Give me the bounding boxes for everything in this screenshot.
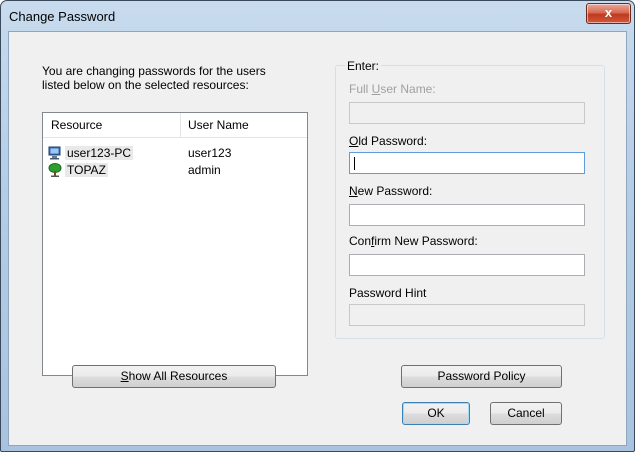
list-row[interactable]: user123-PC user123 xyxy=(43,146,307,162)
enter-group-title: Enter: xyxy=(345,59,382,73)
resource-name: TOPAZ xyxy=(65,163,108,177)
resources-list[interactable]: Resource User Name user123-PC user123 TO… xyxy=(42,112,308,376)
column-header-resource[interactable]: Resource xyxy=(51,118,102,132)
full-user-name-label: Full User Name: xyxy=(349,82,436,96)
resource-name: user123-PC xyxy=(65,146,134,160)
list-header: Resource User Name xyxy=(43,113,307,138)
window-title: Change Password xyxy=(9,9,116,24)
column-header-user-name[interactable]: User Name xyxy=(188,118,249,132)
cancel-button[interactable]: Cancel xyxy=(490,402,562,425)
full-user-name-field xyxy=(349,102,585,124)
new-password-field[interactable] xyxy=(349,204,585,226)
show-all-resources-button[interactable]: Show All Resources xyxy=(72,365,276,388)
user-name: admin xyxy=(188,163,221,177)
text-caret xyxy=(354,157,355,170)
intro-line-1: You are changing passwords for the users xyxy=(42,64,266,78)
ok-button[interactable]: OK xyxy=(402,402,470,425)
change-password-window: Change Password x You are changing passw… xyxy=(0,0,635,452)
user-name: user123 xyxy=(188,146,232,160)
confirm-password-label: Confirm New Password: xyxy=(349,234,478,248)
old-password-field[interactable] xyxy=(349,152,585,174)
computer-icon xyxy=(48,146,62,160)
column-divider[interactable] xyxy=(180,113,181,137)
close-button[interactable]: x xyxy=(586,3,631,24)
new-password-label: New Password: xyxy=(349,184,433,198)
password-policy-button[interactable]: Password Policy xyxy=(401,365,562,388)
domain-tree-icon xyxy=(48,163,62,177)
dialog-body: You are changing passwords for the users… xyxy=(8,31,627,446)
old-password-label: Old Password: xyxy=(349,134,428,148)
list-row[interactable]: TOPAZ admin xyxy=(43,163,307,179)
intro-text: You are changing passwords for the users… xyxy=(42,64,312,92)
password-hint-label: Password Hint xyxy=(349,286,427,300)
intro-line-2: listed below on the selected resources: xyxy=(42,78,249,92)
title-bar[interactable]: Change Password x xyxy=(1,1,634,31)
confirm-password-field[interactable] xyxy=(349,254,585,276)
password-hint-field xyxy=(349,304,585,326)
